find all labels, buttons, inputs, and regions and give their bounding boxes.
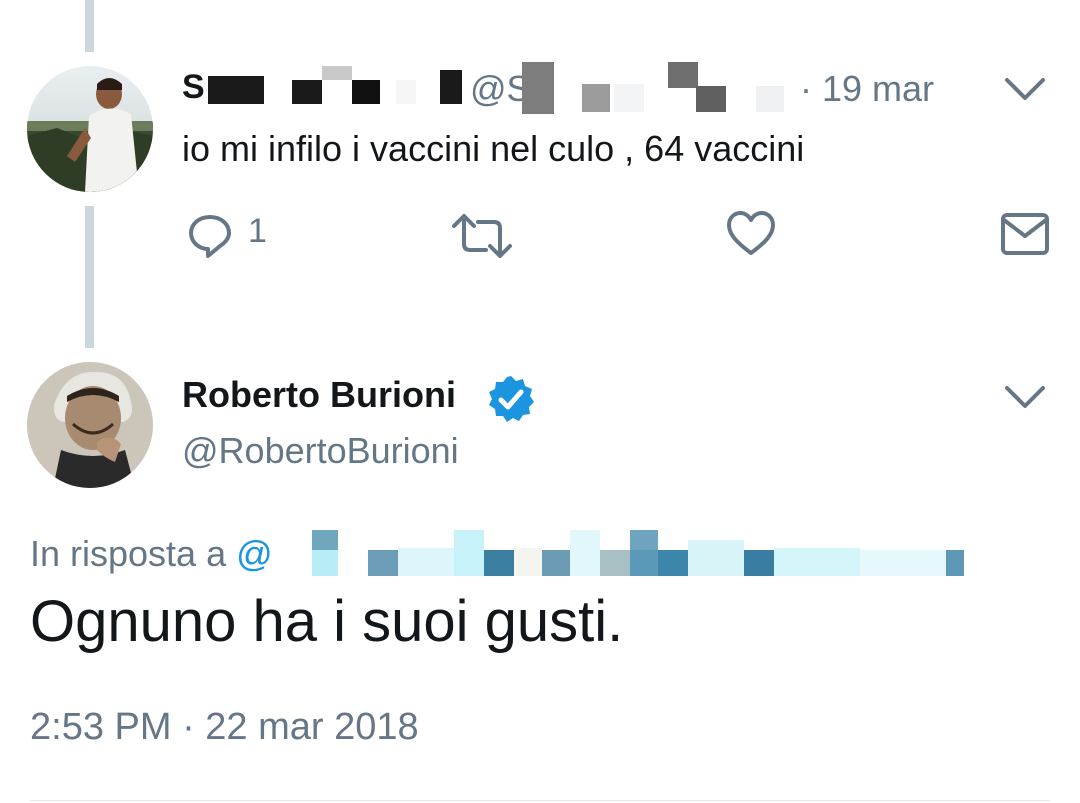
divider xyxy=(30,800,1050,801)
envelope-icon[interactable] xyxy=(1000,212,1050,261)
main-tweet-timestamp[interactable]: 2:53 PM · 22 mar 2018 xyxy=(30,706,419,749)
retweet-icon[interactable] xyxy=(450,214,514,263)
avatar-reply-author[interactable] xyxy=(27,66,153,192)
in-reply-to: In risposta a @ xyxy=(30,533,273,575)
reply-count: 1 xyxy=(248,212,267,250)
avatar-main-author[interactable] xyxy=(27,362,153,488)
chevron-down-icon[interactable] xyxy=(1004,76,1046,107)
heart-icon[interactable] xyxy=(726,210,776,261)
main-author-name[interactable]: Roberto Burioni xyxy=(182,374,456,416)
reply-date[interactable]: · 19 mar xyxy=(800,68,934,110)
chevron-down-icon[interactable] xyxy=(1004,384,1046,415)
thread-line-top xyxy=(85,0,94,52)
verified-badge-icon xyxy=(486,374,536,429)
main-author-handle[interactable]: @RobertoBurioni xyxy=(182,430,459,472)
thread-line-bottom xyxy=(85,206,94,348)
in-reply-to-label: In risposta a xyxy=(30,533,227,574)
in-reply-to-handle[interactable]: @ xyxy=(236,533,273,574)
reply-tweet-text: io mi infilo i vaccini nel culo , 64 vac… xyxy=(182,128,805,169)
main-tweet-text: Ognuno ha i suoi gusti. xyxy=(30,589,624,654)
reply-author-name[interactable]: S xyxy=(182,68,205,107)
reply-icon[interactable] xyxy=(186,212,234,265)
